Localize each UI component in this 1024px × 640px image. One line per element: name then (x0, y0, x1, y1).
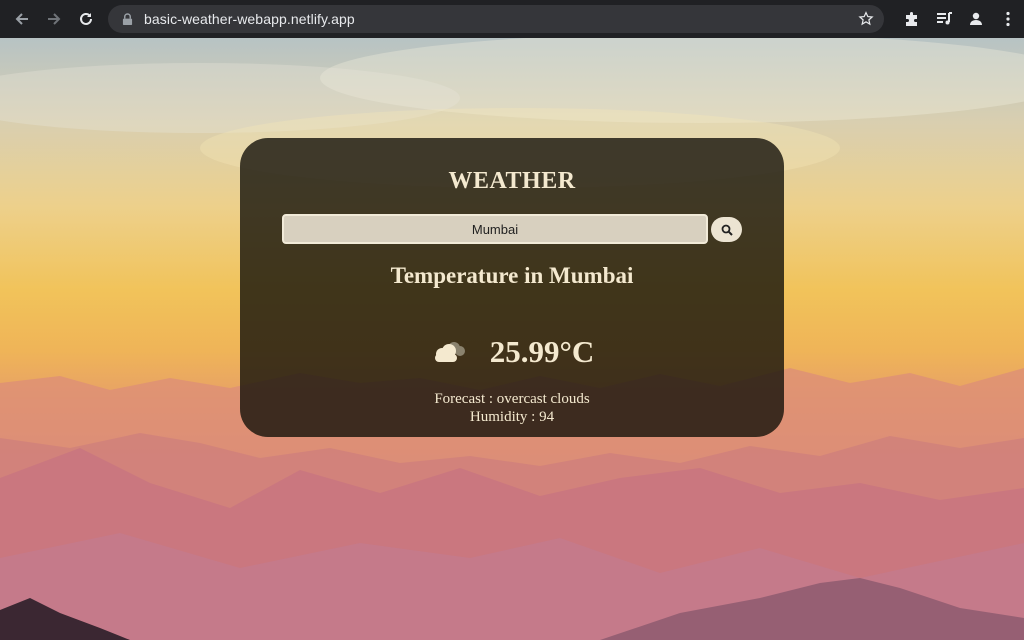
city-search-input[interactable] (282, 214, 708, 244)
lock-icon (122, 12, 134, 26)
humidity-text: Humidity : 94 (469, 409, 555, 425)
media-control-button[interactable] (928, 3, 960, 35)
user-icon (970, 12, 982, 25)
browser-toolbar: basic-weather-webapp.netlify.app (0, 0, 1024, 38)
forecast-text: Forecast : overcast clouds (434, 391, 590, 407)
playlist-icon (937, 12, 952, 25)
cloud-icon (434, 342, 465, 362)
extensions-button[interactable] (896, 3, 928, 35)
search-button[interactable] (711, 217, 742, 242)
forward-button[interactable] (38, 3, 70, 35)
bookmark-star-icon[interactable] (856, 9, 876, 29)
menu-button[interactable] (992, 3, 1024, 35)
arrow-right-icon (48, 13, 61, 25)
profile-button[interactable] (960, 3, 992, 35)
temperature-row: 25.99°C (240, 332, 784, 372)
reload-button[interactable] (70, 3, 102, 35)
address-bar[interactable]: basic-weather-webapp.netlify.app (108, 5, 884, 33)
url-text: basic-weather-webapp.netlify.app (144, 11, 355, 27)
temperature-value: 25.99°C (489, 334, 595, 369)
puzzle-icon (906, 12, 917, 26)
temperature-heading: Temperature in Mumbai (390, 263, 634, 288)
back-button[interactable] (6, 3, 38, 35)
arrow-left-icon (15, 13, 28, 25)
weather-card: WEATHER Temperature in Mumbai 25.99°C Fo… (240, 138, 784, 437)
search-icon (721, 224, 733, 236)
app-title: WEATHER (448, 168, 576, 194)
kebab-menu-icon (1006, 11, 1010, 27)
reload-icon (80, 12, 92, 25)
